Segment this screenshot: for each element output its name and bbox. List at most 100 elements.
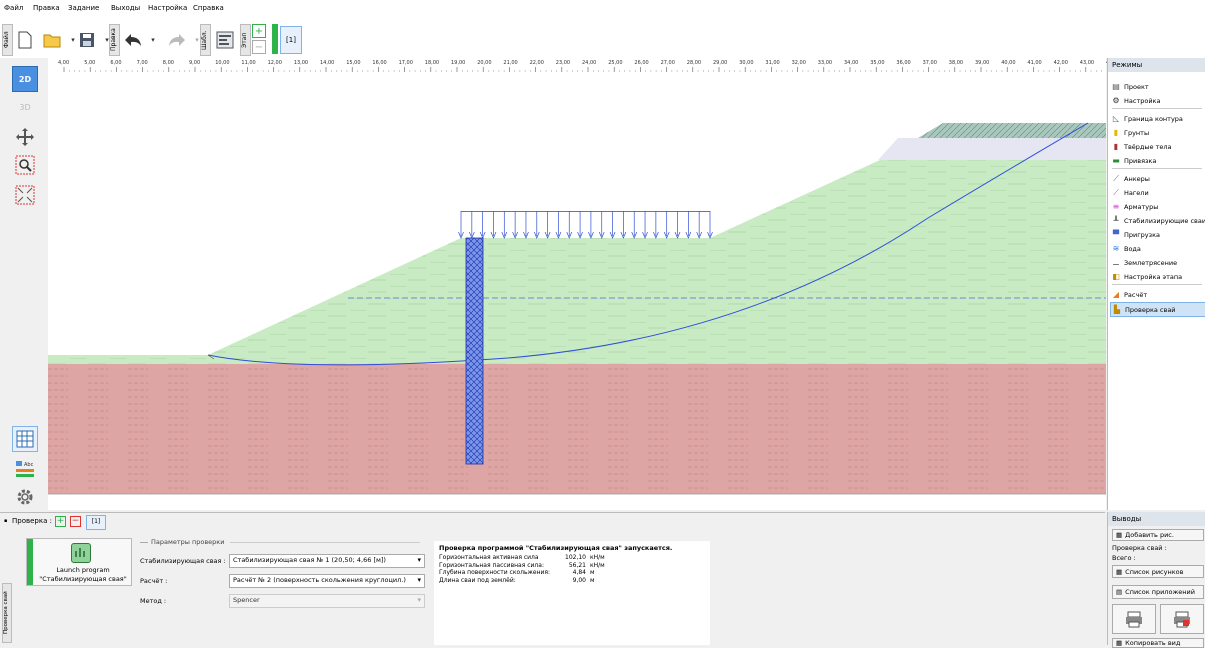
mode-item-boundary[interactable]: ◺ Граница контура	[1112, 112, 1183, 125]
mode-item-label: Проект	[1124, 82, 1149, 91]
mode-item-label: Расчёт	[1124, 290, 1148, 299]
mode-item-anchors[interactable]: ⟋ Анкеры	[1112, 172, 1150, 185]
redo-icon[interactable]	[166, 29, 188, 51]
mode-item-label: Вода	[1124, 244, 1141, 253]
print-pdf-button[interactable]	[1160, 604, 1204, 634]
ruler-tick-label: 42,00	[1053, 60, 1068, 66]
analysis-select[interactable]: Расчёт № 2 (поверхность скольжения кругл…	[229, 574, 425, 588]
result-row-label: Горизонтальная пассивная сила:	[439, 561, 544, 569]
mode-item-stabilizing-piles[interactable]: ╨ Стабилизирующие сваи	[1112, 214, 1205, 227]
stage-tab[interactable]: Этап	[240, 24, 251, 56]
mode-item-analysis[interactable]: ◢ Расчёт	[1112, 288, 1147, 301]
file-tab[interactable]: Файл	[2, 24, 13, 56]
result-row-label: Глубина поверхности скольжения:	[439, 569, 551, 576]
remove-stage-icon[interactable]: −	[252, 40, 266, 54]
pile-check-icon: ▙	[1113, 304, 1121, 314]
pan-icon[interactable]	[12, 124, 38, 150]
ruler-tick-label: 10,00	[215, 60, 230, 66]
mode-item-soils[interactable]: ▮ Грунты	[1112, 126, 1149, 139]
surcharge-icon: ▀	[1112, 229, 1120, 239]
bottom-collapse-icon[interactable]: ▪	[4, 518, 7, 524]
edit-tab[interactable]: Правка	[109, 24, 120, 56]
labels-icon[interactable]: Abc	[12, 456, 38, 482]
stage-settings-icon: ◧	[1112, 271, 1120, 281]
pile-check-side-tab[interactable]: Проверка свай	[2, 583, 12, 643]
open-folder-icon[interactable]	[42, 29, 64, 51]
result-row-label: Длина сваи под землёй:	[439, 576, 516, 584]
menu-outputs[interactable]: Выходы	[111, 4, 140, 12]
stage-1-button[interactable]: [1]	[280, 26, 302, 54]
print-button[interactable]	[1112, 604, 1156, 634]
ruler-tick-label: 4,00	[58, 60, 70, 66]
table-view-icon[interactable]	[12, 426, 38, 452]
mode-item-water[interactable]: ≋ Вода	[1112, 242, 1141, 255]
mode-item-settings[interactable]: ⚙ Настройка	[1112, 94, 1160, 107]
ruler-tick-label: 41,00	[1027, 60, 1042, 66]
pile-select[interactable]: Стабилизирующая свая № 1 (20,50; 4,66 [м…	[229, 554, 425, 568]
stage-indicator	[272, 24, 278, 54]
modes-separator	[1112, 168, 1202, 169]
result-row-unit: м	[590, 576, 595, 584]
remove-check-icon[interactable]: −	[70, 516, 81, 527]
template-icon[interactable]	[214, 29, 236, 51]
mode-item-rigid-bodies[interactable]: ▮ Твёрдые тела	[1112, 140, 1172, 153]
template-tab[interactable]: Шабл.	[200, 24, 211, 56]
mode-item-pile-check[interactable]: ▙ Проверка свай	[1110, 302, 1205, 317]
soil-layer-top[interactable]	[878, 138, 1106, 160]
ruler-tick-label: 38,00	[948, 60, 964, 66]
ruler-tick-label: 8,00	[162, 60, 174, 66]
pile-program-icon	[71, 543, 91, 563]
list-icon: ▦	[1116, 567, 1123, 576]
mode-item-project[interactable]: ▤ Проект	[1112, 80, 1149, 93]
menu-settings[interactable]: Настройка	[148, 4, 187, 12]
add-picture-button[interactable]: ▦ Добавить рис.	[1112, 529, 1204, 541]
zoom-icon[interactable]	[12, 152, 38, 178]
mode-item-assign[interactable]: ▬ Привязка	[1112, 154, 1156, 167]
surcharge-load[interactable]	[458, 211, 713, 239]
pictures-list-button[interactable]: ▦ Список рисунков	[1112, 565, 1204, 578]
method-select[interactable]: Spencer ▾	[229, 594, 425, 608]
settings-icon: ⚙	[1112, 95, 1120, 105]
ruler-tick-label: 37,00	[922, 60, 937, 66]
printer-icon	[1126, 611, 1142, 628]
mode-item-label: Настройка	[1124, 96, 1161, 105]
view-2d-button[interactable]: 2D	[12, 66, 38, 92]
menu-input[interactable]: Задание	[68, 4, 99, 12]
save-icon[interactable]	[76, 29, 98, 51]
mode-item-label: Анкеры	[1124, 174, 1150, 183]
drawing-canvas[interactable]	[48, 58, 1106, 510]
add-stage-icon[interactable]: +	[252, 24, 266, 38]
appendix-list-button[interactable]: ▤ Список приложений	[1112, 585, 1204, 599]
gear-icon[interactable]	[12, 484, 38, 510]
undo-dropdown-icon[interactable]: ▾	[142, 29, 164, 51]
result-row-value: 56,21	[568, 561, 586, 569]
total-count-label: Всего :	[1112, 554, 1136, 562]
printer-pdf-icon	[1174, 611, 1190, 628]
chevron-down-icon: ▾	[417, 556, 421, 564]
mode-item-surcharge[interactable]: ▀ Пригрузка	[1112, 228, 1160, 241]
anchors-icon: ⟋	[1113, 173, 1119, 183]
chevron-down-icon: ▾	[417, 596, 421, 604]
modes-title: Режимы	[1108, 58, 1205, 72]
add-check-icon[interactable]: +	[55, 516, 66, 527]
menu-edit[interactable]: Правка	[33, 4, 60, 12]
undo-icon[interactable]	[122, 29, 144, 51]
menu-file[interactable]: Файл	[4, 4, 23, 12]
ruler-tick-label: 17,00	[398, 60, 413, 66]
menu-help[interactable]: Справка	[193, 4, 224, 12]
launch-label-2: "Стабилизирующая свая"	[39, 575, 127, 583]
check-1-tab[interactable]: [1]	[86, 515, 106, 530]
result-row-unit: м	[590, 569, 595, 576]
mode-item-reinforcements[interactable]: ≡ Арматуры	[1112, 200, 1159, 213]
launch-program-button[interactable]: Launch program "Стабилизирующая свая"	[26, 538, 132, 586]
view-3d-button[interactable]: 3D	[12, 94, 38, 120]
mode-item-stage-settings[interactable]: ◧ Настройка этапа	[1112, 270, 1182, 283]
copy-view-button[interactable]: ▦ Копировать вид	[1112, 638, 1204, 648]
mode-item-label: Арматуры	[1124, 202, 1159, 211]
result-row-value: 9,00	[572, 576, 586, 584]
mode-item-earthquake[interactable]: ⚊ Землетрясение	[1112, 256, 1177, 269]
ruler-tick-label: 31,00	[765, 60, 780, 66]
mode-item-nails[interactable]: ⟋ Нагели	[1112, 186, 1148, 199]
zoom-extents-icon[interactable]	[12, 182, 38, 208]
new-file-icon[interactable]	[14, 29, 36, 51]
